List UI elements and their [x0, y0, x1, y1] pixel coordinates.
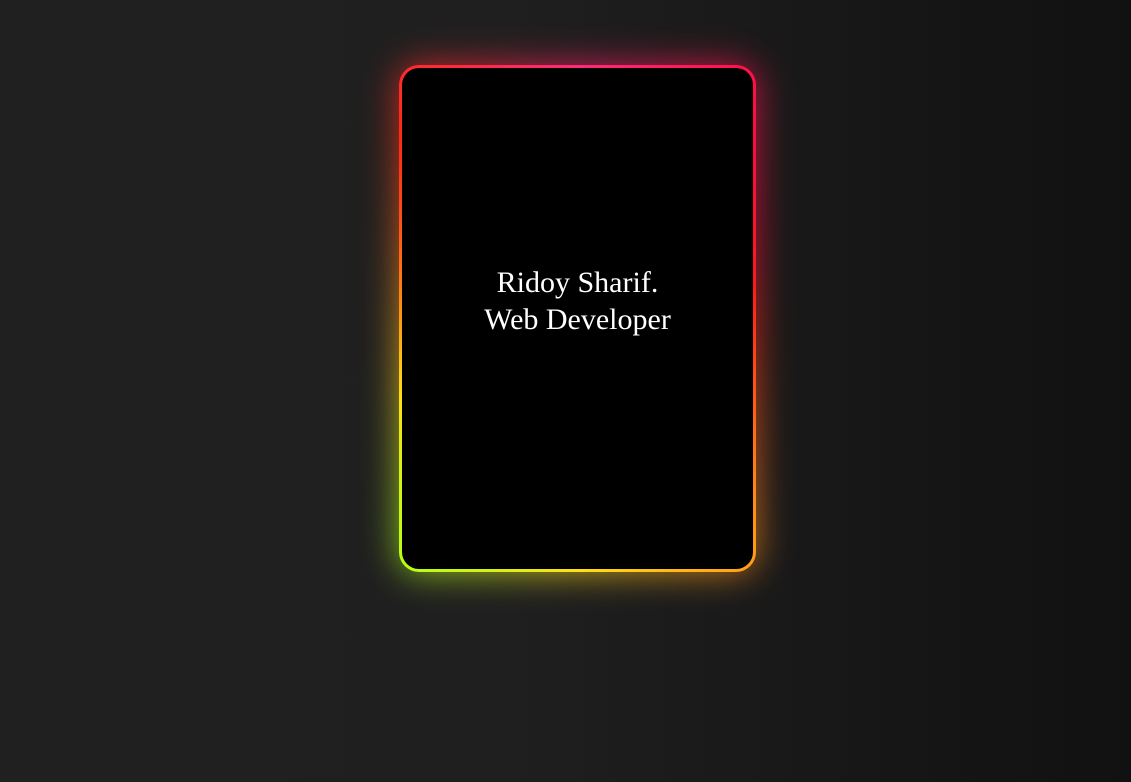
profile-card: Ridoy Sharif. Web Developer: [399, 65, 756, 572]
page-background: { "card": { "name": "Ridoy Sharif.", "ro…: [0, 0, 1131, 782]
card-name: Ridoy Sharif.: [496, 265, 659, 299]
card-role: Web Developer: [484, 302, 671, 336]
card-body: Ridoy Sharif. Web Developer: [402, 68, 753, 569]
